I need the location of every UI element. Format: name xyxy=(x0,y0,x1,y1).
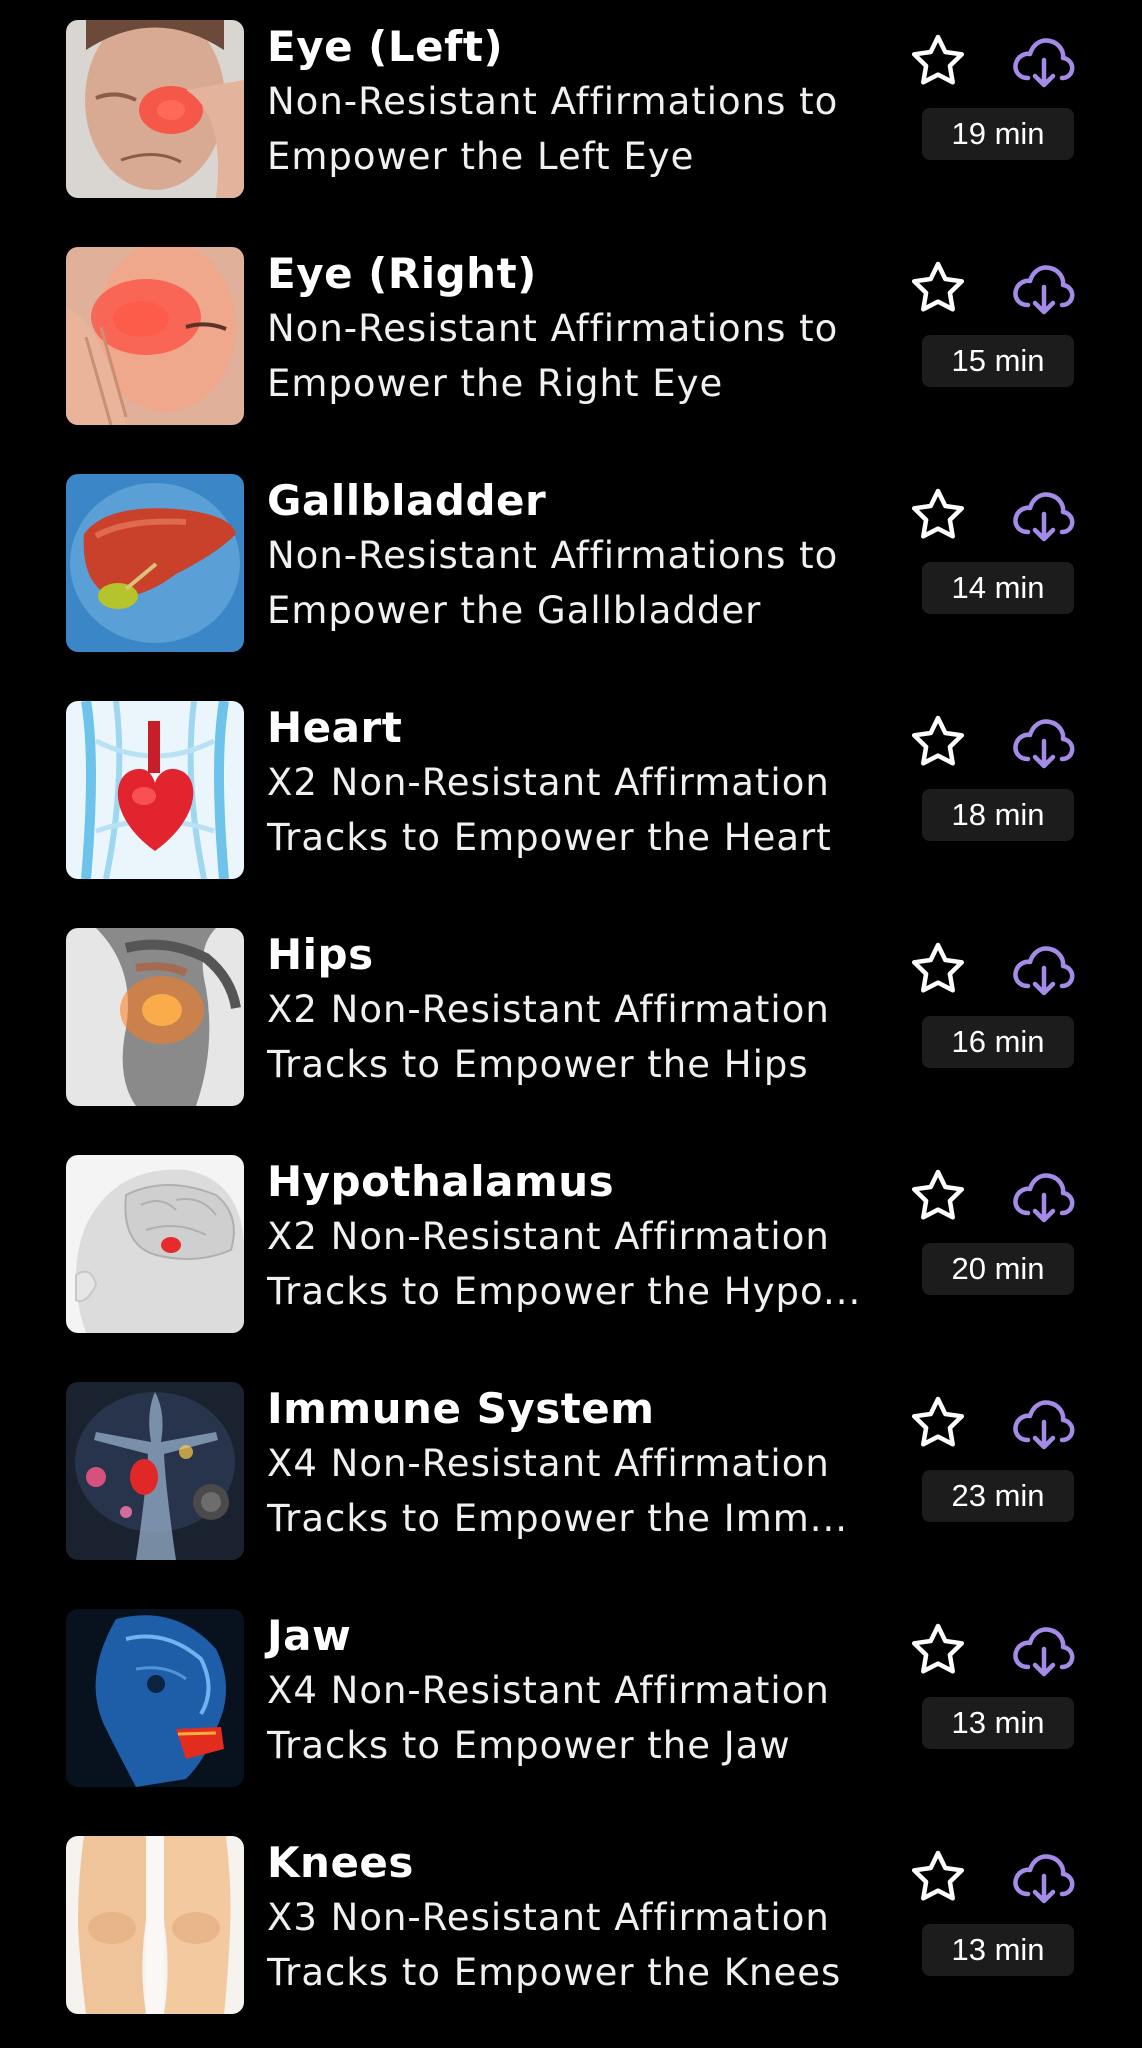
duration-badge: 15 min xyxy=(922,335,1074,387)
cloud-download-icon[interactable] xyxy=(1010,713,1076,773)
track-text: Hips X2 Non-Resistant Affirmation Tracks… xyxy=(267,930,907,1092)
track-list: Eye (Left) Non-Resistant Affirmations to… xyxy=(0,0,1142,2048)
face-thumbnail-image xyxy=(66,247,244,425)
track-row-hypothalamus[interactable]: Hypothalamus X2 Non-Resistant Affirmatio… xyxy=(0,1135,1142,1362)
track-description-line-2: Empower the Gallbladder xyxy=(267,589,762,632)
track-row-eye-left[interactable]: Eye (Left) Non-Resistant Affirmations to… xyxy=(0,0,1142,227)
favorite-star-icon[interactable] xyxy=(908,259,968,319)
cloud-download-icon[interactable] xyxy=(1010,1621,1076,1681)
duration-badge: 19 min xyxy=(922,108,1074,160)
track-title: Heart xyxy=(267,703,403,752)
cloud-download-icon[interactable] xyxy=(1010,1394,1076,1454)
track-row-knees[interactable]: Knees X3 Non-Resistant Affirmation Track… xyxy=(0,1816,1142,2043)
favorite-star-icon[interactable] xyxy=(908,486,968,546)
duration-badge: 13 min xyxy=(922,1924,1074,1976)
track-title: Eye (Right) xyxy=(267,249,537,298)
hips-thumbnail-image xyxy=(66,928,244,1106)
track-row-hips[interactable]: Hips X2 Non-Resistant Affirmation Tracks… xyxy=(0,908,1142,1135)
track-row-heart[interactable]: Heart X2 Non-Resistant Affirmation Track… xyxy=(0,681,1142,908)
duration-badge: 18 min xyxy=(922,789,1074,841)
track-title: Eye (Left) xyxy=(267,22,504,71)
duration-badge: 23 min xyxy=(922,1470,1074,1522)
immune-thumbnail-image xyxy=(66,1382,244,1560)
cloud-download-icon[interactable] xyxy=(1010,486,1076,546)
track-description-line-2: Tracks to Empower the Heart xyxy=(267,816,832,859)
track-description-line-1: X4 Non-Resistant Affirmation xyxy=(267,1442,830,1485)
track-thumbnail[interactable] xyxy=(66,1609,244,1787)
track-title: Jaw xyxy=(267,1611,352,1660)
track-description-line-1: Non-Resistant Affirmations to xyxy=(267,307,839,350)
track-description-line-1: X4 Non-Resistant Affirmation xyxy=(267,1669,830,1712)
track-title: Hips xyxy=(267,930,374,979)
track-description-line-2: Empower the Right Eye xyxy=(267,362,724,405)
track-thumbnail[interactable] xyxy=(66,20,244,198)
favorite-star-icon[interactable] xyxy=(908,1167,968,1227)
track-description-line-1: X2 Non-Resistant Affirmation xyxy=(267,988,830,1031)
track-description-line-2: Tracks to Empower the Imm... xyxy=(267,1497,849,1540)
track-thumbnail[interactable] xyxy=(66,701,244,879)
cloud-download-icon[interactable] xyxy=(1010,1167,1076,1227)
cloud-download-icon[interactable] xyxy=(1010,32,1076,92)
cloud-download-icon[interactable] xyxy=(1010,259,1076,319)
favorite-star-icon[interactable] xyxy=(908,1621,968,1681)
track-text: Hypothalamus X2 Non-Resistant Affirmatio… xyxy=(267,1157,907,1319)
gallbladder-thumbnail-image xyxy=(66,474,244,652)
duration-badge: 13 min xyxy=(922,1697,1074,1749)
track-title: Hypothalamus xyxy=(267,1157,615,1206)
track-description-line-2: Tracks to Empower the Knees xyxy=(267,1951,842,1994)
track-text: Jaw X4 Non-Resistant Affirmation Tracks … xyxy=(267,1611,907,1773)
favorite-star-icon[interactable] xyxy=(908,713,968,773)
track-text: Eye (Right) Non-Resistant Affirmations t… xyxy=(267,249,907,411)
track-thumbnail[interactable] xyxy=(66,247,244,425)
track-description-line-1: X3 Non-Resistant Affirmation xyxy=(267,1896,830,1939)
track-thumbnail[interactable] xyxy=(66,1836,244,2014)
track-thumbnail[interactable] xyxy=(66,1155,244,1333)
duration-badge: 16 min xyxy=(922,1016,1074,1068)
track-title: Knees xyxy=(267,1838,414,1887)
cloud-download-icon[interactable] xyxy=(1010,940,1076,1000)
jaw-thumbnail-image xyxy=(66,1609,244,1787)
track-description-line-1: X2 Non-Resistant Affirmation xyxy=(267,761,830,804)
track-title: Immune System xyxy=(267,1384,655,1433)
favorite-star-icon[interactable] xyxy=(908,1394,968,1454)
track-description-line-2: Tracks to Empower the Jaw xyxy=(267,1724,791,1767)
brain-thumbnail-image xyxy=(66,1155,244,1333)
heart-thumbnail-image xyxy=(66,701,244,879)
favorite-star-icon[interactable] xyxy=(908,940,968,1000)
track-row-eye-right[interactable]: Eye (Right) Non-Resistant Affirmations t… xyxy=(0,227,1142,454)
track-thumbnail[interactable] xyxy=(66,474,244,652)
knees-thumbnail-image xyxy=(66,1836,244,2014)
track-description-line-2: Empower the Left Eye xyxy=(267,135,695,178)
track-description-line-1: Non-Resistant Affirmations to xyxy=(267,80,839,123)
duration-badge: 14 min xyxy=(922,562,1074,614)
track-text: Knees X3 Non-Resistant Affirmation Track… xyxy=(267,1838,907,2000)
track-text: Heart X2 Non-Resistant Affirmation Track… xyxy=(267,703,907,865)
track-description-line-1: X2 Non-Resistant Affirmation xyxy=(267,1215,830,1258)
track-text: Eye (Left) Non-Resistant Affirmations to… xyxy=(267,22,907,184)
face-thumbnail-image xyxy=(66,20,244,198)
favorite-star-icon[interactable] xyxy=(908,32,968,92)
track-description-line-2: Tracks to Empower the Hypo... xyxy=(267,1270,862,1313)
track-row-gallbladder[interactable]: Gallbladder Non-Resistant Affirmations t… xyxy=(0,454,1142,681)
track-row-jaw[interactable]: Jaw X4 Non-Resistant Affirmation Tracks … xyxy=(0,1589,1142,1816)
cloud-download-icon[interactable] xyxy=(1010,1848,1076,1908)
track-text: Immune System X4 Non-Resistant Affirmati… xyxy=(267,1384,907,1546)
duration-badge: 20 min xyxy=(922,1243,1074,1295)
track-thumbnail[interactable] xyxy=(66,1382,244,1560)
track-text: Gallbladder Non-Resistant Affirmations t… xyxy=(267,476,907,638)
track-title: Gallbladder xyxy=(267,476,547,525)
track-thumbnail[interactable] xyxy=(66,928,244,1106)
favorite-star-icon[interactable] xyxy=(908,1848,968,1908)
track-row-immune-system[interactable]: Immune System X4 Non-Resistant Affirmati… xyxy=(0,1362,1142,1589)
track-description-line-1: Non-Resistant Affirmations to xyxy=(267,534,839,577)
track-description-line-2: Tracks to Empower the Hips xyxy=(267,1043,809,1086)
